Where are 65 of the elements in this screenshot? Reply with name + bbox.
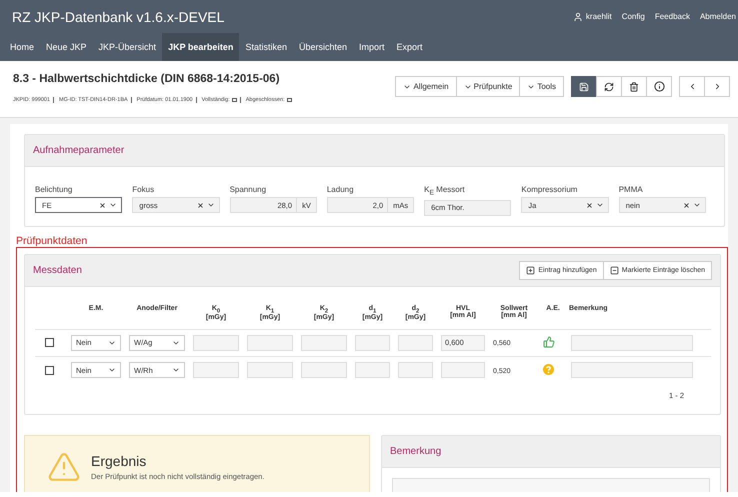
save-icon (579, 82, 589, 92)
input-field[interactable] (301, 334, 347, 351)
caret-icon (692, 201, 701, 209)
section-label: Prüfpunktdaten (16, 234, 88, 247)
minus-icon (610, 266, 619, 275)
remark-textarea[interactable] (392, 478, 710, 492)
panel-title: Bemerkung (390, 446, 442, 458)
info-icon (654, 81, 664, 92)
panel-title: Messdaten (33, 264, 83, 276)
delete-button[interactable] (621, 76, 647, 97)
plus-icon (526, 266, 536, 275)
caret-icon (109, 201, 118, 209)
remark-field[interactable] (571, 334, 693, 351)
next-button[interactable] (704, 76, 730, 97)
field-label: Belichtung (35, 185, 74, 194)
trash-icon (629, 82, 639, 92)
input-field[interactable] (441, 362, 485, 378)
caret-icon (206, 201, 215, 209)
nav-tab[interactable]: Home (4, 33, 40, 61)
input-field[interactable] (193, 334, 239, 351)
nav-tab[interactable]: Übersichten (292, 33, 353, 61)
checkbox[interactable] (232, 98, 237, 102)
field-label: Ladung (326, 185, 355, 194)
checkbox[interactable] (286, 98, 292, 102)
save-button[interactable] (571, 76, 597, 97)
nav-tab[interactable]: JKP-Übersicht (92, 33, 162, 61)
input-field[interactable] (355, 362, 390, 378)
input-field[interactable] (301, 362, 347, 378)
field-label: K$_{E}$ Messort (424, 185, 466, 197)
nav-tab[interactable]: JKP bearbeiten (162, 33, 240, 61)
nav-tab[interactable]: Neue JKP (40, 33, 93, 61)
result-title: Ergebnis (91, 453, 148, 470)
caret-icon (596, 201, 604, 209)
nav-tab[interactable]: Import (353, 33, 391, 61)
input-field[interactable] (398, 334, 433, 351)
row-checkbox[interactable] (45, 366, 54, 375)
menu-link[interactable]: Abmelden (700, 12, 736, 21)
user-icon (572, 12, 583, 22)
input-field[interactable] (355, 334, 390, 351)
menu-link[interactable]: Config (622, 12, 645, 21)
dropdown-button[interactable]: Tools (519, 76, 564, 97)
field-label: PMMA (618, 185, 644, 194)
page-title: 8.3 - Halbwertschichtdicke (DIN 6868-14:2015-06) (13, 73, 281, 85)
user-link[interactable]: kraehlit (572, 12, 612, 22)
dropdown-button[interactable]: Prüfpunkte (456, 76, 520, 97)
field-label: Spannung (230, 185, 268, 194)
app-title: RZ JKP-Datenbank v1.6.x-DEVEL (12, 8, 226, 24)
refresh-button[interactable] (596, 76, 622, 97)
info-button[interactable] (646, 76, 672, 97)
panel-title: Aufnahmeparameter (33, 145, 126, 156)
input-field[interactable] (193, 362, 239, 378)
input-field[interactable] (398, 362, 433, 378)
clear-icon[interactable] (99, 202, 106, 208)
remark-field[interactable] (571, 362, 693, 378)
input-field[interactable] (247, 334, 293, 351)
nav-tab[interactable]: Statistiken (239, 33, 293, 61)
refresh-icon (604, 82, 614, 92)
field-label: Fokus (132, 185, 156, 194)
menu-link[interactable]: Feedback (654, 12, 690, 21)
row-checkbox[interactable] (45, 338, 54, 348)
previous-button[interactable] (679, 76, 705, 97)
input-field[interactable] (247, 362, 293, 378)
nav-tab[interactable]: Export (390, 33, 429, 61)
dropdown-button[interactable]: Allgemein (395, 76, 457, 97)
field-label: Kompressorium (521, 185, 578, 194)
